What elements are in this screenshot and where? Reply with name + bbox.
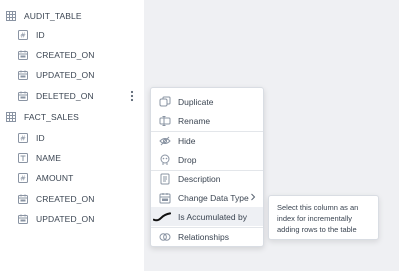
- table-icon: [6, 112, 16, 122]
- relationships-icon: [159, 231, 171, 243]
- more-options-icon[interactable]: [126, 87, 138, 105]
- column-name: ID: [36, 30, 45, 40]
- accumulated-icon: [153, 211, 171, 223]
- column-name: NAME: [36, 153, 61, 163]
- calendar-icon: [18, 50, 28, 60]
- calendar-icon: [18, 194, 28, 204]
- column-row[interactable]: CREATED_ON: [18, 45, 94, 65]
- eye-off-icon: [159, 135, 171, 147]
- menu-item-label: Duplicate: [178, 96, 214, 107]
- menu-item-label: Rename: [178, 115, 211, 126]
- calendar-icon: [159, 192, 171, 204]
- table-row-fact-sales[interactable]: FACT_SALES: [6, 107, 79, 127]
- column-name: AMOUNT: [36, 173, 74, 183]
- menu-item-label: Hide: [178, 135, 196, 146]
- column-row[interactable]: NAME: [18, 148, 61, 168]
- menu-item-rename[interactable]: Rename: [151, 111, 263, 130]
- svg-text:#: #: [20, 32, 26, 40]
- svg-text:#: #: [20, 175, 26, 183]
- column-row[interactable]: CREATED_ON: [18, 189, 94, 209]
- menu-item-label: Relationships: [178, 231, 230, 242]
- column-name: UPDATED_ON: [36, 70, 95, 80]
- column-row[interactable]: # ID: [18, 128, 45, 148]
- column-row[interactable]: UPDATED_ON: [18, 65, 94, 85]
- schema-tree: AUDIT_TABLE # ID CREATED_ON UPDATED_ON D…: [0, 0, 144, 271]
- column-row[interactable]: # AMOUNT: [18, 168, 73, 188]
- column-row-deleted-on[interactable]: DELETED_ON: [18, 86, 94, 106]
- menu-item-label: Drop: [178, 154, 197, 165]
- table-name: AUDIT_TABLE: [24, 11, 82, 21]
- menu-item-hide[interactable]: Hide: [151, 131, 263, 150]
- duplicate-icon: [159, 96, 171, 108]
- menu-item-change-data-type[interactable]: Change Data Type: [151, 188, 263, 207]
- calendar-icon: [18, 70, 28, 80]
- text-icon: [18, 153, 28, 163]
- table-icon: [6, 11, 16, 21]
- hash-icon: #: [18, 133, 28, 143]
- column-name: CREATED_ON: [36, 194, 95, 204]
- menu-item-description[interactable]: Description: [151, 169, 263, 188]
- hash-icon: #: [18, 30, 28, 40]
- hash-icon: #: [18, 173, 28, 183]
- chevron-right-icon: [250, 193, 256, 201]
- column-name: DELETED_ON: [36, 91, 94, 101]
- calendar-icon: [18, 91, 28, 101]
- accumulated-tooltip: Select this column as an index for incre…: [268, 195, 379, 240]
- column-row[interactable]: UPDATED_ON: [18, 209, 94, 229]
- menu-item-label: Change Data Type: [178, 192, 249, 203]
- column-row[interactable]: # ID: [18, 25, 45, 45]
- menu-item-is-accumulated-by[interactable]: Is Accumulated by: [151, 207, 263, 226]
- drop-icon: [159, 154, 171, 166]
- rename-icon: [159, 115, 171, 127]
- menu-item-duplicate[interactable]: Duplicate: [151, 92, 263, 111]
- menu-item-drop[interactable]: Drop: [151, 150, 263, 169]
- menu-item-label: Description: [178, 173, 221, 184]
- column-name: CREATED_ON: [36, 50, 95, 60]
- menu-item-label: Is Accumulated by: [178, 211, 247, 222]
- column-name: ID: [36, 133, 45, 143]
- table-row-audit-table[interactable]: AUDIT_TABLE: [6, 6, 82, 26]
- column-context-menu: Duplicate Rename Hide Drop Description C…: [150, 87, 264, 247]
- menu-item-relationships[interactable]: Relationships: [151, 227, 263, 246]
- svg-text:#: #: [20, 135, 26, 143]
- calendar-icon: [18, 214, 28, 224]
- column-name: UPDATED_ON: [36, 214, 95, 224]
- table-name: FACT_SALES: [24, 112, 79, 122]
- description-icon: [159, 173, 171, 185]
